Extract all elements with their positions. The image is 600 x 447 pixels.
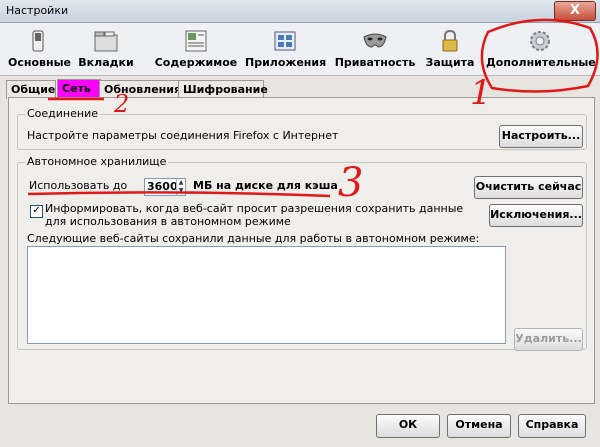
network-panel: Соединение Настройте параметры соединени… — [8, 97, 595, 404]
tabs-icon — [93, 29, 119, 53]
notify-offline-checkbox[interactable]: ✓ — [30, 205, 43, 218]
cache-limit-label: Использовать до — [29, 179, 128, 192]
cache-size-stepper[interactable]: 3600 ▲ ▼ — [144, 178, 186, 196]
cancel-button[interactable]: Отмена — [447, 414, 511, 438]
preferences-toolbar: Основные Вкладки Содержимое Приложения П… — [0, 23, 600, 76]
title-bar: Настройки X — [0, 0, 600, 23]
connection-legend: Соединение — [25, 107, 101, 120]
stepper-arrows-icon[interactable]: ▲ ▼ — [176, 179, 185, 195]
toolbar-label-advanced: Дополнительные — [486, 56, 596, 69]
delete-site-button[interactable]: Удалить... — [514, 328, 583, 351]
applications-icon — [272, 29, 298, 53]
toolbar-item-security[interactable]: Защита — [424, 23, 476, 75]
close-icon: X — [569, 3, 581, 18]
gear-icon — [527, 29, 553, 53]
toolbar-item-tabs[interactable]: Вкладки — [78, 23, 134, 75]
cache-size-value: 3600 — [147, 180, 178, 193]
connection-description: Настройте параметры соединения Firefox с… — [27, 129, 339, 142]
ok-button[interactable]: ОК — [376, 414, 440, 438]
toolbar-label-security: Защита — [425, 56, 475, 69]
toolbar-label-privacy: Приватность — [334, 56, 416, 69]
clear-cache-button[interactable]: Очистить сейчас — [474, 176, 583, 199]
toolbar-label-applications: Приложения — [245, 56, 327, 69]
tab-network[interactable]: Сеть — [57, 79, 101, 99]
toolbar-label-tabs: Вкладки — [78, 56, 134, 69]
close-button[interactable]: X — [554, 1, 596, 21]
window-title: Настройки — [6, 4, 69, 17]
connection-settings-button[interactable]: Настроить... — [499, 125, 583, 148]
toolbar-label-content: Содержимое — [154, 56, 238, 69]
offline-storage-legend: Автономное хранилище — [25, 155, 169, 168]
notify-offline-line1: Информировать, когда веб-сайт просит раз… — [45, 202, 464, 215]
cache-limit-suffix: МБ на диске для кэша — [193, 179, 338, 192]
toolbar-item-privacy[interactable]: Приватность — [333, 23, 417, 75]
toolbar-label-general: Основные — [8, 56, 71, 69]
privacy-mask-icon — [362, 29, 388, 53]
checkmark-icon: ✓ — [32, 205, 41, 216]
toolbar-item-advanced[interactable]: Дополнительные — [486, 23, 596, 75]
content-icon — [183, 29, 209, 53]
offline-sites-list[interactable] — [27, 246, 506, 344]
help-button[interactable]: Справка — [518, 414, 586, 438]
toolbar-item-general[interactable]: Основные — [8, 23, 71, 75]
switch-icon — [25, 29, 51, 53]
offline-sites-label: Следующие веб-сайты сохранили данные для… — [27, 232, 480, 245]
toolbar-item-applications[interactable]: Приложения — [245, 23, 327, 75]
toolbar-item-content[interactable]: Содержимое — [154, 23, 238, 75]
notify-offline-line2: для использования в автономном режиме — [45, 215, 291, 228]
exceptions-button[interactable]: Исключения... — [489, 204, 583, 227]
padlock-icon — [437, 29, 463, 53]
